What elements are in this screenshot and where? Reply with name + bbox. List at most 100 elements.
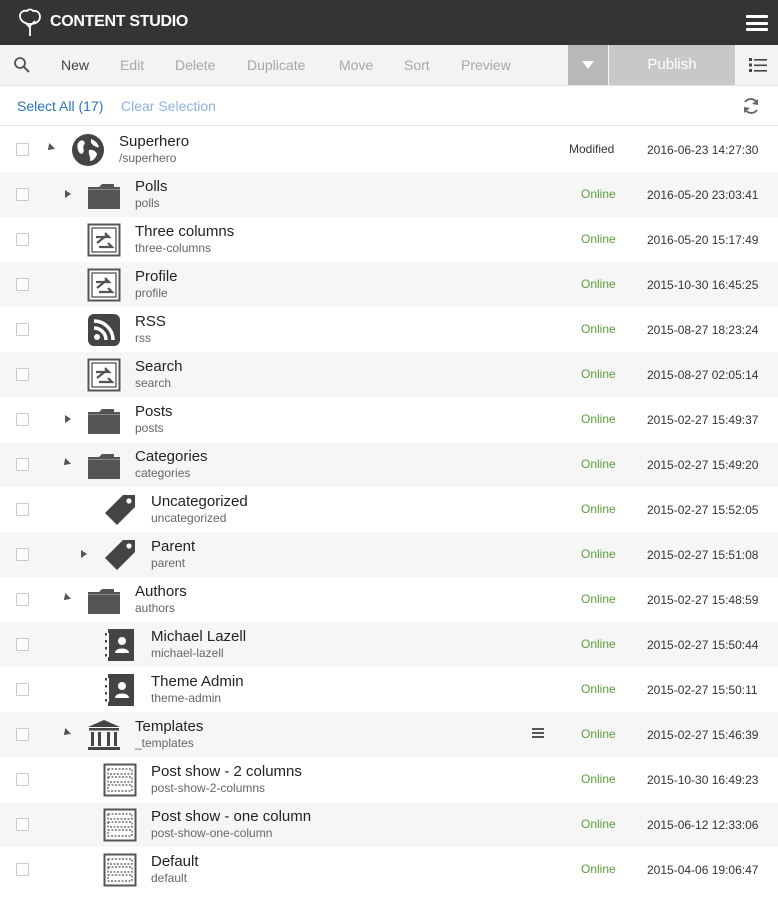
new-button[interactable]: New <box>61 57 89 73</box>
row-checkbox[interactable] <box>16 728 29 741</box>
tree-row[interactable]: Uncategorized uncategorized Online 2015-02-… <box>0 487 778 532</box>
refresh-icon[interactable] <box>741 96 761 116</box>
modified-date: 2015-02-27 15:50:44 <box>647 638 759 652</box>
tree-row[interactable]: Three columns three-columns Online 2016-05-… <box>0 217 778 262</box>
row-name: Michael Lazell <box>151 628 247 645</box>
clear-selection-link[interactable]: Clear Selection <box>121 98 216 114</box>
collapse-toggle-icon[interactable] <box>45 143 55 153</box>
modified-date: 2016-06-23 14:27:30 <box>647 143 759 157</box>
row-checkbox[interactable] <box>16 818 29 831</box>
top-bar: CONTENT STUDIO <box>0 0 778 45</box>
modified-date: 2015-10-30 16:45:25 <box>647 278 759 292</box>
modified-date: 2015-02-27 15:48:59 <box>647 593 759 607</box>
collapse-toggle-icon[interactable] <box>61 593 71 603</box>
row-checkbox[interactable] <box>16 233 29 246</box>
row-name: Post show - one column <box>151 808 312 825</box>
caret-down-icon <box>582 61 594 69</box>
modified-date: 2015-02-27 15:49:20 <box>647 458 759 472</box>
row-checkbox[interactable] <box>16 638 29 651</box>
status-label: Online <box>581 637 616 651</box>
row-path: profile <box>135 286 168 300</box>
tree-row[interactable]: Theme Admin theme-admin Online 2015-02-27 1… <box>0 667 778 712</box>
modified-date: 2016-05-20 15:17:49 <box>647 233 759 247</box>
row-checkbox[interactable] <box>16 503 29 516</box>
row-name: Post show - 2 columns <box>151 763 302 780</box>
tree-row[interactable]: Authors authors Online 2015-02-27 15:48:59 <box>0 577 778 622</box>
row-name: Default <box>151 853 199 870</box>
expand-toggle-icon[interactable] <box>65 415 71 423</box>
tree-row[interactable]: Post show - 2 columns post-show-2-columns… <box>0 757 778 802</box>
row-checkbox[interactable] <box>16 773 29 786</box>
publish-dropdown-button[interactable] <box>568 45 608 85</box>
tree-row[interactable]: Post show - one column post-show-one-colu… <box>0 802 778 847</box>
row-name: Uncategorized <box>151 493 248 510</box>
modified-date: 2015-04-06 19:06:47 <box>647 863 759 877</box>
modified-date: 2015-02-27 15:46:39 <box>647 728 759 742</box>
tree-row[interactable]: Categories categories Online 2015-02-27 15:… <box>0 442 778 487</box>
tree-row[interactable]: Search search Online 2015-08-27 02:05:14 <box>0 352 778 397</box>
collapse-toggle-icon[interactable] <box>61 458 71 468</box>
folder-icon <box>87 448 121 482</box>
status-label: Online <box>581 772 616 786</box>
status-label: Online <box>581 277 616 291</box>
status-label: Online <box>581 367 616 381</box>
publish-button[interactable]: Publish <box>609 45 735 85</box>
row-checkbox[interactable] <box>16 548 29 561</box>
row-checkbox[interactable] <box>16 413 29 426</box>
status-label: Online <box>581 592 616 606</box>
collapse-toggle-icon[interactable] <box>61 728 71 738</box>
selection-bar: Select All (17) Clear Selection <box>0 86 778 126</box>
row-name: Templates <box>135 718 204 735</box>
row-name: Parent <box>151 538 196 555</box>
row-name: Three columns <box>135 223 235 240</box>
row-checkbox[interactable] <box>16 188 29 201</box>
modified-date: 2015-02-27 15:51:08 <box>647 548 759 562</box>
row-menu-icon[interactable] <box>532 728 544 740</box>
row-path: authors <box>135 601 176 615</box>
tree-row[interactable]: Default default Online 2015-04-06 19:06:47 <box>0 847 778 892</box>
row-checkbox[interactable] <box>16 683 29 696</box>
tree-row[interactable]: Templates _templates Online 2015-02-27 15:4… <box>0 712 778 757</box>
modified-date: 2015-08-27 18:23:24 <box>647 323 759 337</box>
edit-button[interactable]: Edit <box>120 57 144 73</box>
row-checkbox[interactable] <box>16 143 29 156</box>
sort-button[interactable]: Sort <box>404 57 430 73</box>
modified-date: 2015-02-27 15:50:11 <box>647 683 758 697</box>
page-icon <box>87 268 121 302</box>
modified-date: 2015-06-12 12:33:06 <box>647 818 759 832</box>
hamburger-menu-icon[interactable] <box>746 15 768 31</box>
status-label: Online <box>581 187 616 201</box>
row-path: uncategorized <box>151 511 227 525</box>
expand-toggle-icon[interactable] <box>65 190 71 198</box>
delete-button[interactable]: Delete <box>175 57 215 73</box>
folder-icon <box>87 583 121 617</box>
row-checkbox[interactable] <box>16 458 29 471</box>
status-label: Online <box>581 457 616 471</box>
row-checkbox[interactable] <box>16 368 29 381</box>
duplicate-button[interactable]: Duplicate <box>247 57 305 73</box>
page-icon <box>87 223 121 257</box>
tree-row[interactable]: RSS rss Online 2015-08-27 18:23:24 <box>0 307 778 352</box>
tree-row[interactable]: Posts posts Online 2015-02-27 15:49:37 <box>0 397 778 442</box>
row-checkbox[interactable] <box>16 863 29 876</box>
row-checkbox[interactable] <box>16 323 29 336</box>
tree-row[interactable]: Michael Lazell michael-lazell Online 2015-0… <box>0 622 778 667</box>
status-label: Modified <box>569 142 615 156</box>
tree-row[interactable]: Superhero/superhero Modified 2016-06-23 14… <box>0 127 778 172</box>
preview-button[interactable]: Preview <box>461 57 511 73</box>
tag-icon <box>103 538 137 572</box>
search-icon[interactable] <box>13 56 31 74</box>
row-checkbox[interactable] <box>16 278 29 291</box>
tree-row[interactable]: Profile profile Online 2015-10-30 16:45:25 <box>0 262 778 307</box>
tree-row[interactable]: Parent parent Online 2015-02-27 15:51:08 <box>0 532 778 577</box>
expand-toggle-icon[interactable] <box>81 550 87 558</box>
details-list-icon[interactable] <box>749 57 767 73</box>
select-all-link[interactable]: Select All (17) <box>17 98 103 114</box>
row-path: polls <box>135 196 160 210</box>
row-checkbox[interactable] <box>16 593 29 606</box>
move-button[interactable]: Move <box>339 57 373 73</box>
globe-icon <box>71 133 105 167</box>
tree-row[interactable]: Polls polls Online 2016-05-20 23:03:41 <box>0 172 778 217</box>
row-path: rss <box>135 331 151 345</box>
contact-icon <box>103 673 137 707</box>
